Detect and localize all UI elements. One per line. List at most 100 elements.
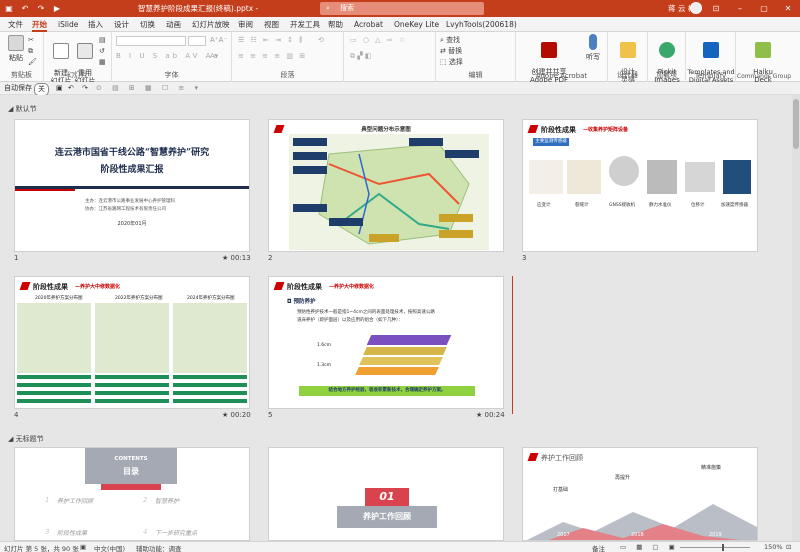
item-num-1: 1: [45, 496, 50, 504]
text-direction-icon[interactable]: ⟲: [318, 36, 324, 44]
slide5-time: 00:24: [484, 411, 505, 419]
section-icon[interactable]: ▦: [99, 58, 106, 66]
contents-item-2: 智慧养护: [155, 498, 180, 505]
present-icon[interactable]: ▶: [52, 3, 62, 13]
font-group-label: 字体: [164, 71, 179, 79]
tab-transitions[interactable]: 切换: [140, 18, 155, 31]
tab-islide[interactable]: iSlide: [58, 18, 78, 31]
save-icon[interactable]: ▣: [4, 3, 14, 13]
tab-developer[interactable]: 开发工具: [290, 18, 320, 31]
contents-label: CONTENTS: [114, 456, 148, 462]
tab-design[interactable]: 设计: [114, 18, 129, 31]
slide-thumb-6[interactable]: CONTENTS 目录 1 养护工作回顾 2 智慧养护 3 阶段性成果 4 下一…: [14, 447, 250, 541]
avatar[interactable]: [690, 2, 702, 14]
commands-group-label: Commands Group: [736, 73, 792, 80]
search-box[interactable]: ⌕ 搜索: [320, 2, 484, 15]
qat-custom-icons[interactable]: ⊙ ▤ ⊞ ▦ ☐ ≡ ▾: [96, 83, 202, 94]
section-untitled-label: 无标题节: [15, 435, 44, 443]
ribbon-display-icon[interactable]: ⊡: [704, 0, 728, 17]
vertical-scrollbar[interactable]: [792, 95, 800, 541]
find-button[interactable]: ⌕ 查找: [440, 35, 460, 45]
status-bar: 幻灯片 第 5 张，共 90 张 ▣ 中文(中国) 辅助功能：调查 备注 ▭ ▦…: [0, 541, 800, 552]
sensor-label-6: 加速度传感器: [721, 203, 748, 208]
slide5-body1: 预防性养护技术一般是指1~4cm之间的表面处理技术，按照高速公路: [297, 310, 435, 315]
sensor-image: [723, 160, 751, 194]
format-painter-icon[interactable]: 🖌: [28, 58, 37, 66]
section-untitled[interactable]: ◢ 无标题节: [8, 434, 44, 444]
sensor-image: [685, 162, 715, 192]
tab-insert[interactable]: 插入: [88, 18, 103, 31]
font-format-icons[interactable]: B I U S ab AV Aa: [116, 52, 221, 60]
slide4-sub: —养护大中修数据化: [75, 284, 121, 290]
dictate-button[interactable]: 听写: [582, 34, 604, 62]
redo-qat-icon[interactable]: ↷: [82, 83, 88, 94]
tab-animations[interactable]: 动画: [166, 18, 181, 31]
item-num-3: 3: [45, 528, 50, 536]
slide-thumb-3[interactable]: 阶段性成果 —收集养护矩阵设备 主要监测传感器 应变计 裂缝计 GNSS接收机 …: [522, 119, 758, 252]
slide3-title: 阶段性成果: [541, 126, 576, 134]
copy-icon[interactable]: ⧉: [28, 47, 33, 56]
notes-button[interactable]: 备注: [592, 543, 605, 552]
search-icon: ⌕: [326, 4, 330, 12]
slide-thumb-1[interactable]: 连云港市国省干线公路“智慧养护”研究 阶段性成果汇报 主办：连云港市公路事业发展…: [14, 119, 250, 252]
section-default[interactable]: ◢ 默认节: [8, 104, 37, 114]
slide-count: 幻灯片 第 5 张，共 90 张: [4, 545, 79, 552]
slide-thumb-4[interactable]: 阶段性成果 —养护大中修数据化 2020年养护方案分布图 2022年养护方案分布…: [14, 276, 250, 409]
save-qat-icon[interactable]: ▣: [56, 83, 63, 94]
undo-qat-icon[interactable]: ↶: [68, 83, 74, 94]
tab-review[interactable]: 审阅: [238, 18, 253, 31]
zoom-slider-knob[interactable]: [722, 544, 724, 551]
fit-slide-icon[interactable]: ⊡: [786, 543, 791, 551]
tab-acrobat[interactable]: Acrobat: [354, 18, 383, 31]
tab-help[interactable]: 帮助: [328, 18, 343, 31]
grow-font-icon[interactable]: A⁺A⁻: [210, 36, 227, 44]
reset-icon[interactable]: ↺: [99, 47, 105, 55]
select-button[interactable]: ⬚ 选择: [440, 57, 463, 67]
font-name-input[interactable]: [116, 36, 186, 46]
shapes-icons[interactable]: ▭ ○ △ ⇨ ☆: [350, 36, 407, 44]
slide-thumb-8[interactable]: 养护工作回顾 打基础 再提升 精准施策 2017 2018 2019: [522, 447, 758, 541]
tab-slideshow[interactable]: 幻灯片放映: [192, 18, 230, 31]
tab-home[interactable]: 开始: [32, 18, 47, 32]
close-button[interactable]: ✕: [776, 0, 800, 17]
list-icons[interactable]: ☰ ☷ ⇤ ⇥ ↕ ⫼: [238, 36, 305, 45]
scrollbar-thumb[interactable]: [793, 99, 799, 149]
search-placeholder: 搜索: [340, 4, 354, 12]
map-caption-1: 2020年养护方案分布图: [35, 296, 83, 301]
language[interactable]: 中文(中国): [94, 543, 125, 552]
designer-group-label: 设计器: [617, 71, 638, 79]
tab-file[interactable]: 文件: [8, 18, 23, 31]
map-caption-3: 2024年养护方案分布图: [187, 296, 235, 301]
redo-icon[interactable]: ↷: [36, 3, 46, 13]
replace-button[interactable]: ⇄ 替换: [440, 46, 462, 56]
font-color-icon[interactable]: A▾: [210, 52, 218, 60]
zoom-level[interactable]: 150%: [764, 543, 783, 551]
cut-icon[interactable]: ✂: [28, 36, 34, 44]
view-icons[interactable]: ▭ ▦ ▢ ▣: [620, 543, 679, 551]
arrange-icon[interactable]: ⧉ ▞ ◧: [350, 52, 371, 61]
group-addins: Pickit Images 加载项: [648, 32, 686, 84]
slides-group-label: 幻灯片: [67, 71, 88, 79]
slide1-co: 协办：江苏省路网工程技术有限责任公司: [85, 207, 166, 212]
insertion-line: [512, 276, 513, 414]
tab-lvyhtools[interactable]: LvyhTools(200618): [446, 18, 517, 31]
layout-icon[interactable]: ▤: [99, 36, 106, 44]
paste-button[interactable]: 粘贴: [6, 35, 26, 63]
slide4-title: 阶段性成果: [33, 283, 68, 291]
tab-onekey[interactable]: OneKey Lite: [394, 18, 439, 31]
zoom-slider[interactable]: [680, 547, 750, 548]
slide-thumb-2[interactable]: 典型问题分布示意图: [268, 119, 504, 252]
align-icons[interactable]: ≡ ≡ ≡ ≡ ▥ ⊞: [238, 52, 307, 60]
group-slides: 新建 幻灯片 重用 幻灯片 ▤ ↺ ▦ 幻灯片: [44, 32, 112, 85]
undo-icon[interactable]: ↶: [20, 3, 30, 13]
group-designer: 设计 灵感 设计器: [608, 32, 648, 84]
ribbon: 粘贴 ✂ ⧉ 🖌 剪贴板 新建 幻灯片 重用 幻灯片 ▤ ↺ ▦ 幻灯片 A⁺A…: [0, 32, 800, 85]
spellcheck-icon[interactable]: ▣: [80, 543, 86, 551]
slide-thumb-7[interactable]: 01 养护工作回顾: [268, 447, 504, 541]
accessibility-status[interactable]: 辅助功能：调查: [136, 543, 182, 552]
tab-view[interactable]: 视图: [264, 18, 279, 31]
maximize-button[interactable]: ▢: [752, 0, 776, 17]
font-size-input[interactable]: [188, 36, 206, 46]
slide-thumb-5[interactable]: 阶段性成果 —养护大中修数据化 ◘ 预防养护 预防性养护技术一般是指1~4cm之…: [268, 276, 504, 409]
minimize-button[interactable]: –: [728, 0, 752, 17]
